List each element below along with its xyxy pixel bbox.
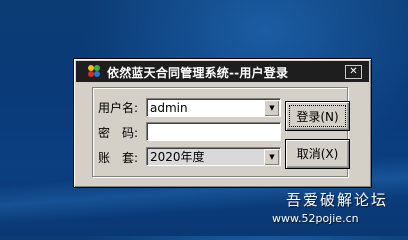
- cancel-button[interactable]: 取消(X): [285, 139, 350, 169]
- login-button-focus: 登录(N): [289, 105, 346, 127]
- username-label: 用户名:: [98, 101, 139, 115]
- username-combo[interactable]: admin ▼: [146, 98, 281, 117]
- account-label: 账 套:: [98, 151, 139, 165]
- login-button-label: 登录(N): [296, 110, 339, 124]
- watermark-site-name: 吾爱破解论坛: [286, 191, 389, 209]
- account-value: 2020年度: [150, 150, 205, 164]
- app-icon: [87, 64, 101, 78]
- watermark-url: www.52pojie.cn: [272, 212, 359, 225]
- account-combo[interactable]: 2020年度 ▼: [146, 147, 281, 166]
- password-label: 密 码:: [98, 126, 139, 140]
- close-button[interactable]: ✕: [345, 65, 362, 79]
- username-value: admin: [150, 101, 188, 115]
- chevron-down-icon[interactable]: ▼: [264, 100, 279, 116]
- chevron-down-icon[interactable]: ▼: [264, 149, 279, 165]
- password-field[interactable]: [146, 122, 281, 141]
- login-button[interactable]: 登录(N): [285, 101, 350, 131]
- close-icon: ✕: [349, 66, 358, 77]
- window-title: 依然蓝天合同管理系统--用户登录: [107, 66, 289, 80]
- cancel-button-label: 取消(X): [296, 147, 339, 161]
- title-bar[interactable]: 依然蓝天合同管理系统--用户登录 ✕: [76, 61, 369, 82]
